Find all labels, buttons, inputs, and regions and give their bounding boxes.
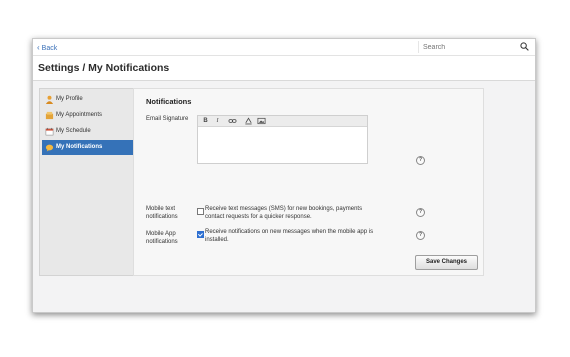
sidebar-item-label: My Schedule <box>56 128 91 134</box>
profile-icon <box>45 95 54 104</box>
editor-toolbar: B I <box>198 116 367 127</box>
email-signature-label: Email Signature <box>146 116 189 122</box>
mobile-app-help-icon[interactable]: ? <box>416 231 425 240</box>
back-link[interactable]: ‹ Back <box>37 43 57 52</box>
search-input[interactable] <box>423 42 513 52</box>
notifications-panel: Notifications Email Signature B I ? Mobi… <box>133 88 484 276</box>
mobile-app-checkbox[interactable] <box>197 231 204 238</box>
section-title: Notifications <box>146 97 192 106</box>
sidebar-item-my-appointments[interactable]: My Appointments <box>42 108 133 123</box>
mobile-text-help-icon[interactable]: ? <box>416 208 425 217</box>
sidebar-item-my-profile[interactable]: My Profile <box>42 92 133 107</box>
sidebar-item-label: My Profile <box>56 96 83 102</box>
email-signature-help-icon[interactable]: ? <box>416 156 425 165</box>
search-box[interactable] <box>418 41 532 53</box>
settings-sidebar: My Profile My Appointments My Schedule M… <box>39 88 134 276</box>
page-header: Settings / My Notifications <box>33 56 535 81</box>
top-bar: ‹ Back <box>33 39 535 56</box>
save-changes-button[interactable]: Save Changes <box>415 255 478 270</box>
image-icon[interactable] <box>257 117 266 125</box>
sidebar-item-label: My Appointments <box>56 112 103 118</box>
sidebar-item-label: My Notifications <box>56 144 103 150</box>
bold-button[interactable]: B <box>201 117 210 125</box>
link-icon[interactable] <box>228 117 237 125</box>
mobile-app-description: Receive notifications on new messages wh… <box>205 229 374 243</box>
back-label: Back <box>41 45 58 52</box>
calendar-icon <box>45 127 54 136</box>
mobile-text-description: Receive text messages (SMS) for new book… <box>205 206 363 220</box>
app-window: ‹Back Settings / My Notifications My Pro… <box>32 38 536 313</box>
page-title: Settings / My Notifications <box>38 62 170 74</box>
chevron-left-icon: ‹ <box>37 43 40 52</box>
search-icon[interactable] <box>520 42 529 51</box>
email-signature-editor[interactable]: B I <box>197 115 368 164</box>
mobile-app-label: Mobile App notifications <box>146 231 178 245</box>
mobile-text-label: Mobile text notifications <box>146 206 178 220</box>
appointments-icon <box>45 111 54 120</box>
notifications-icon <box>45 144 54 152</box>
sidebar-item-my-notifications[interactable]: My Notifications <box>42 140 133 155</box>
sidebar-item-my-schedule[interactable]: My Schedule <box>42 124 133 139</box>
mobile-text-checkbox[interactable] <box>197 208 204 215</box>
italic-button[interactable]: I <box>213 117 222 125</box>
text-color-icon[interactable] <box>244 117 253 125</box>
